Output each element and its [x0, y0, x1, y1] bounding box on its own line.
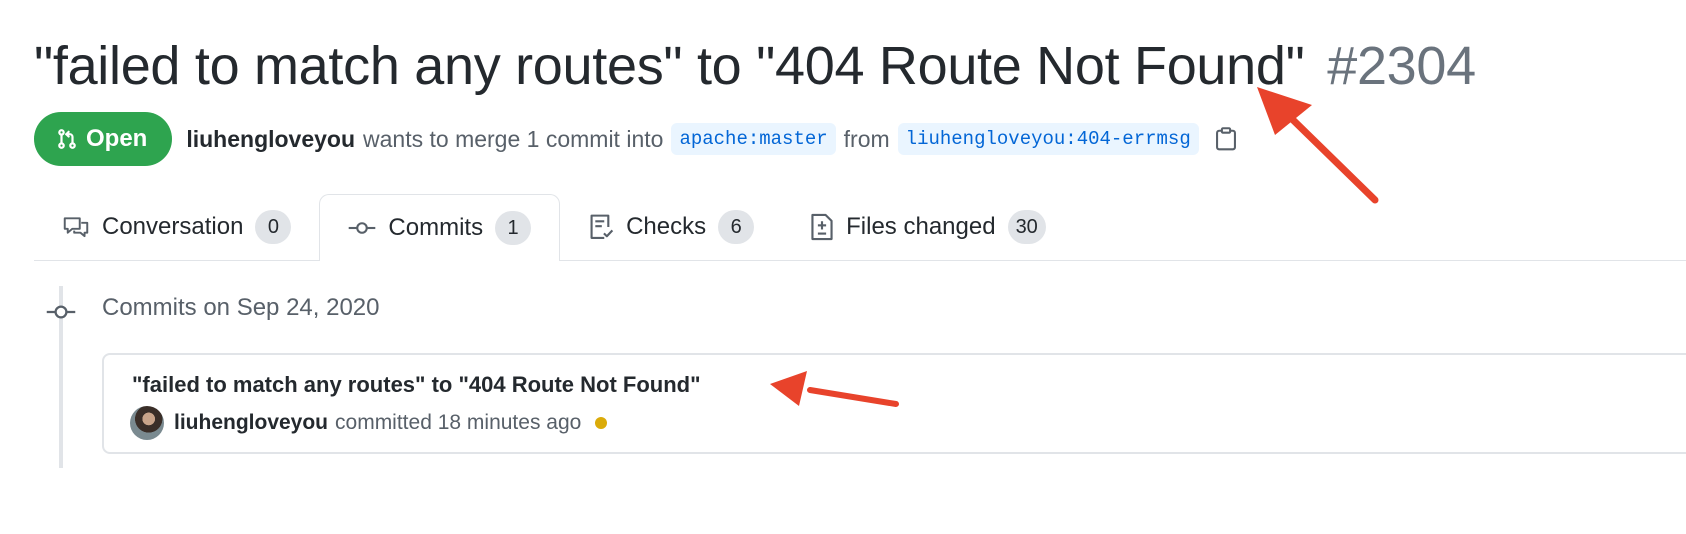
tab-files-changed[interactable]: Files changed 30	[782, 194, 1074, 260]
file-diff-icon	[810, 213, 834, 241]
commit-title-link[interactable]: "failed to match any routes" to "404 Rou…	[132, 372, 701, 398]
tab-label: Conversation	[102, 213, 244, 240]
commit-action: committed	[335, 411, 432, 434]
pr-title-text: "failed to match any routes" to "404 Rou…	[34, 36, 1305, 96]
from-text: from	[843, 125, 890, 152]
tab-counter: 1	[495, 211, 532, 245]
tab-counter: 6	[718, 210, 755, 244]
base-branch[interactable]: apache:master	[671, 123, 836, 155]
checklist-icon	[588, 213, 614, 241]
clipboard-icon[interactable]	[1215, 126, 1237, 152]
tab-label: Checks	[626, 213, 707, 240]
pr-tabs: Conversation 0 Commits 1 Checks 6 Files …	[34, 194, 1686, 261]
tab-label: Files changed	[846, 213, 996, 240]
git-pull-request-icon	[56, 126, 78, 152]
head-branch[interactable]: liuhengloveyou:404-errmsg	[897, 123, 1199, 155]
commit-meta: liuhengloveyou committed 18 minutes ago	[130, 406, 608, 440]
tab-checks[interactable]: Checks 6	[560, 194, 782, 260]
tab-counter: 30	[1007, 210, 1046, 244]
tab-counter: 0	[255, 210, 292, 244]
git-commit-icon	[348, 218, 376, 238]
state-label: Open	[86, 125, 148, 152]
pending-status-icon[interactable]	[595, 417, 608, 429]
merge-text: wants to merge 1 commit into	[363, 125, 664, 152]
git-commit-icon	[46, 300, 76, 324]
pr-meta: Open liuhengloveyou wants to merge 1 com…	[34, 112, 1237, 166]
commits-day-label: Commits on Sep 24, 2020	[102, 294, 380, 321]
pr-title: "failed to match any routes" to "404 Rou…	[34, 30, 1476, 102]
pr-number: #2304	[1327, 36, 1476, 96]
state-badge: Open	[34, 112, 173, 166]
commit-item: "failed to match any routes" to "404 Rou…	[102, 353, 1686, 454]
comment-discussion-icon	[62, 215, 90, 239]
tab-label: Commits	[388, 214, 484, 241]
commit-time: 18 minutes ago	[437, 411, 582, 434]
tab-conversation[interactable]: Conversation 0	[34, 194, 319, 260]
avatar[interactable]	[130, 406, 164, 440]
pr-author-link[interactable]: liuhengloveyou	[186, 126, 355, 153]
commit-author-link[interactable]: liuhengloveyou	[174, 411, 328, 435]
tab-commits[interactable]: Commits 1	[319, 194, 561, 261]
